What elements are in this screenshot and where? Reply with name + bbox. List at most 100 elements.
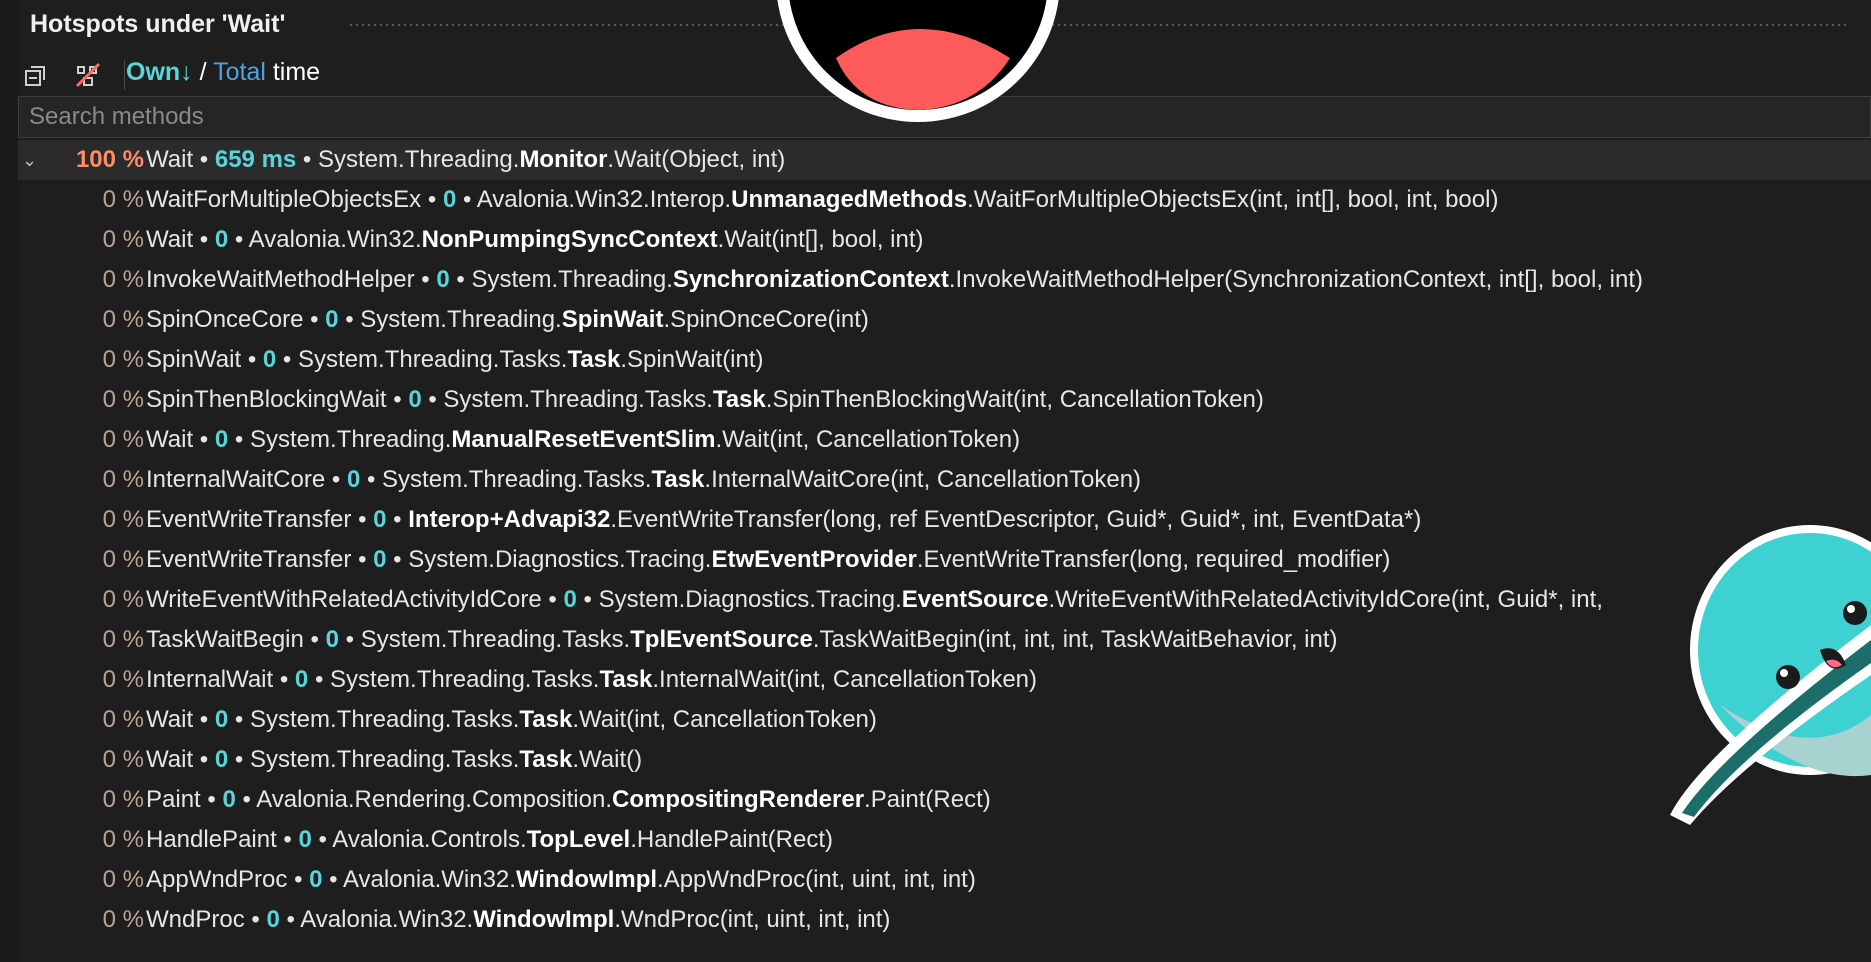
method-name: WndProc	[146, 906, 245, 933]
method-signature: .Wait(int, CancellationToken)	[572, 706, 877, 733]
method-description: Paint • 0 • Avalonia.Rendering.Compositi…	[146, 780, 991, 820]
face-sticker-image	[777, 0, 1059, 122]
method-description: EventWriteTransfer • 0 • System.Diagnost…	[146, 540, 1390, 580]
bullet-separator: •	[228, 706, 250, 733]
method-name: InvokeWaitMethodHelper	[146, 266, 415, 293]
class-name: Task	[651, 466, 705, 493]
percent-label: 0 %	[102, 506, 144, 533]
method-description: TaskWaitBegin • 0 • System.Threading.Tas…	[146, 620, 1338, 660]
hotspot-row[interactable]: 0 % HandlePaint • 0 • Avalonia.Controls.T…	[18, 820, 1871, 860]
percent-label: 0 %	[102, 746, 144, 773]
bullet-separator: •	[276, 826, 299, 853]
bullet-separator: •	[351, 506, 374, 533]
hotspot-row[interactable]: 0 % SpinWait • 0 • System.Threading.Tasks…	[18, 340, 1871, 380]
hotspot-row[interactable]: 0 % WriteEventWithRelatedActivityIdCore •…	[18, 580, 1871, 620]
method-signature: .SpinThenBlockingWait(int, CancellationT…	[765, 386, 1264, 413]
namespace: System.Threading.Tasks.	[330, 666, 600, 693]
class-name: WindowImpl	[515, 866, 658, 893]
sort-own-button[interactable]: Own↓	[126, 58, 193, 86]
bullet-separator: •	[360, 466, 383, 493]
class-name: Task	[712, 386, 766, 413]
hotspot-row[interactable]: ⌄ 100 % Wait • 659 ms • System.Threading.M…	[18, 140, 1871, 180]
bullet-separator: •	[386, 386, 409, 413]
sort-suffix: time	[272, 58, 321, 86]
filter-system-button[interactable]	[70, 58, 106, 92]
hotspot-row[interactable]: 0 % WndProc • 0 • Avalonia.Win32.WindowIm…	[18, 900, 1871, 940]
class-name: Monitor	[519, 146, 608, 173]
time-value: 0	[262, 346, 277, 373]
percent-label: 0 %	[102, 306, 144, 333]
collapse-tree-icon	[25, 66, 45, 86]
hotspot-row[interactable]: 0 % Wait • 0 • System.Threading.Tasks.Tas…	[18, 700, 1871, 740]
namespace: Avalonia.Win32.Interop.	[476, 186, 732, 213]
hotspot-row[interactable]: 0 % AppWndProc • 0 • Avalonia.Win32.Windo…	[18, 860, 1871, 900]
hotspot-row[interactable]: 0 % TaskWaitBegin • 0 • System.Threading.…	[18, 620, 1871, 660]
hotspot-row[interactable]: 0 % SpinThenBlockingWait • 0 • System.Thr…	[18, 380, 1871, 420]
class-name: Task	[599, 666, 653, 693]
method-signature: .WriteEventWithRelatedActivityIdCore(int…	[1048, 586, 1603, 613]
namespace: System.Threading.Tasks.	[382, 466, 652, 493]
percent-label: 0 %	[102, 706, 144, 733]
namespace: System.Threading.	[318, 146, 520, 173]
percent-label: 0 %	[102, 626, 144, 653]
class-name: Interop+Advapi32	[408, 506, 611, 533]
namespace: Avalonia.Win32.	[342, 866, 516, 893]
hotspot-row[interactable]: 0 % Paint • 0 • Avalonia.Rendering.Compos…	[18, 780, 1871, 820]
bullet-separator: •	[279, 906, 301, 933]
method-name: TaskWaitBegin	[146, 626, 304, 653]
method-name: WriteEventWithRelatedActivityIdCore	[146, 586, 542, 613]
percent-label: 0 %	[102, 346, 144, 373]
hotspot-row[interactable]: 0 % WaitForMultipleObjectsEx • 0 • Avalon…	[18, 180, 1871, 220]
hotspot-row[interactable]: 0 % Wait • 0 • Avalonia.Win32.NonPumpingS…	[18, 220, 1871, 260]
hotspot-row[interactable]: 0 % EventWriteTransfer • 0 • Interop+Adva…	[18, 500, 1871, 540]
sort-selector: Own↓ / Total time	[126, 58, 320, 87]
time-value: 0	[298, 826, 312, 853]
namespace: Avalonia.Controls.	[332, 826, 527, 853]
class-name: Task	[519, 746, 573, 773]
hotspot-row[interactable]: 0 % EventWriteTransfer • 0 • System.Diagn…	[18, 540, 1871, 580]
method-signature: .SpinWait(int)	[620, 346, 764, 373]
namespace: System.Threading.	[360, 306, 562, 333]
method-description: Wait • 659 ms • System.Threading.Monitor…	[146, 140, 785, 180]
bullet-separator: •	[228, 746, 250, 773]
method-name: Wait	[146, 746, 194, 773]
method-description: WndProc • 0 • Avalonia.Win32.WindowImpl.…	[146, 900, 890, 940]
time-value: 0	[214, 426, 229, 453]
hotspot-row[interactable]: 0 % Wait • 0 • System.Threading.Tasks.Tas…	[18, 740, 1871, 780]
method-name: Wait	[146, 146, 194, 173]
bullet-separator: •	[303, 306, 326, 333]
hotspot-row[interactable]: 0 % SpinOnceCore • 0 • System.Threading.S…	[18, 300, 1871, 340]
namespace: System.Threading.	[249, 426, 452, 453]
percent-label: 0 %	[102, 786, 144, 813]
time-value: 0	[408, 386, 422, 413]
hotspot-row[interactable]: 0 % Wait • 0 • System.Threading.ManualRes…	[18, 420, 1871, 460]
time-value: 0	[214, 226, 229, 253]
sort-separator: /	[199, 58, 207, 86]
method-signature: .EventWriteTransfer(long, required_modif…	[916, 546, 1391, 573]
method-signature: .TaskWaitBegin(int, int, int, TaskWaitBe…	[812, 626, 1338, 653]
percent-label: 0 %	[102, 266, 144, 293]
panel-title: Hotspots under 'Wait'	[30, 10, 286, 38]
method-description: AppWndProc • 0 • Avalonia.Win32.WindowIm…	[146, 860, 976, 900]
bullet-separator: •	[303, 626, 326, 653]
hotspot-row[interactable]: 0 % InvokeWaitMethodHelper • 0 • System.T…	[18, 260, 1871, 300]
bullet-separator: •	[193, 706, 215, 733]
bullet-separator: •	[228, 226, 249, 253]
sort-total-button[interactable]: Total	[213, 58, 266, 86]
chevron-down-icon[interactable]: ⌄	[22, 140, 44, 180]
namespace: System.Threading.Tasks.	[360, 626, 631, 653]
time-value: 0	[325, 626, 339, 653]
hotspot-row[interactable]: 0 % InternalWaitCore • 0 • System.Threadi…	[18, 460, 1871, 500]
hotspot-row[interactable]: 0 % InternalWait • 0 • System.Threading.T…	[18, 660, 1871, 700]
time-value: 0	[214, 746, 229, 773]
bullet-separator: •	[311, 826, 333, 853]
percent-label: 0 %	[102, 586, 144, 613]
method-name: EventWriteTransfer	[146, 506, 352, 533]
bullet-separator: •	[325, 466, 347, 493]
percent-label: 0 %	[102, 466, 144, 493]
collapse-all-button[interactable]	[18, 58, 54, 92]
percent-label: 0 %	[102, 866, 144, 893]
bullet-separator: •	[193, 146, 215, 173]
hotspot-list: ⌄ 100 % Wait • 659 ms • System.Threading.M…	[18, 140, 1871, 940]
time-value: 0	[294, 666, 309, 693]
